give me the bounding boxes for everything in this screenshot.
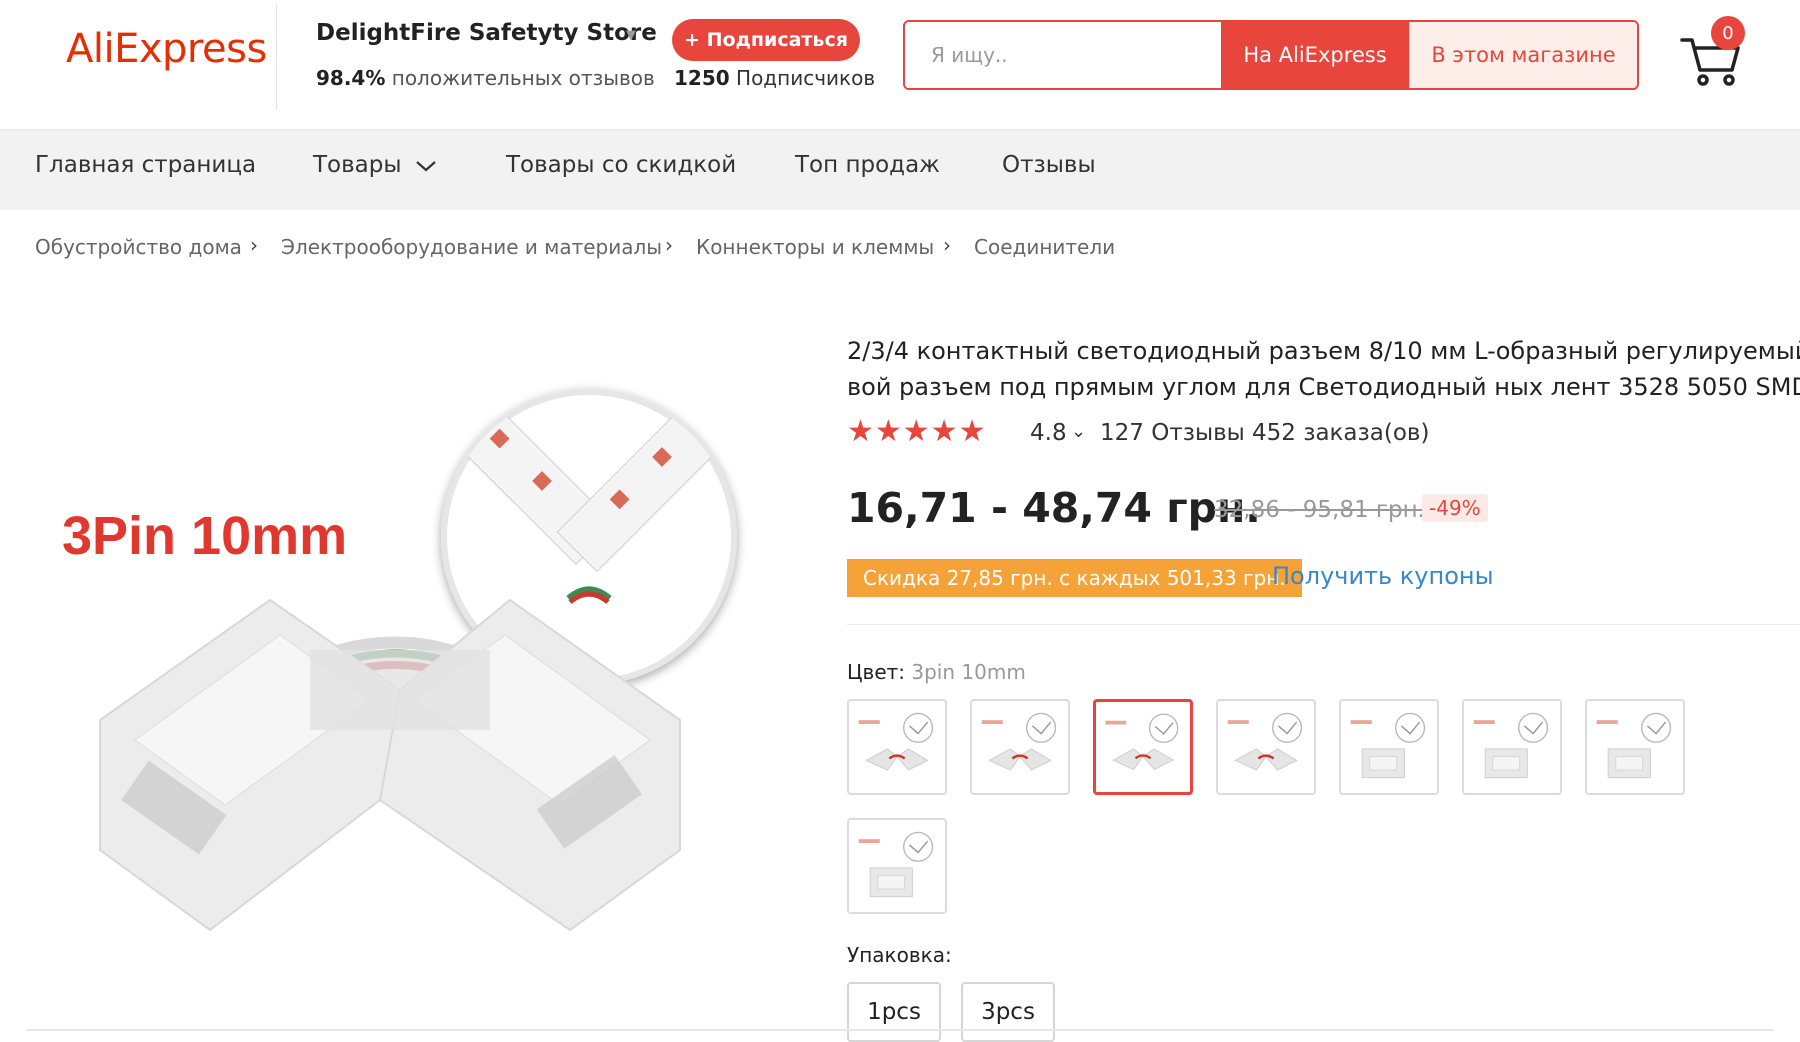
get-coupons-link[interactable]: Получить купоны	[1272, 562, 1494, 590]
nav-top-sales[interactable]: Топ продаж	[795, 152, 940, 178]
product-title: 2/3/4 контактный светодиодный разъем 8/1…	[847, 333, 1800, 405]
color-swatch[interactable]	[847, 818, 947, 914]
chevron-down-icon[interactable]: ⌄	[1071, 421, 1086, 442]
discount-badge: -49%	[1422, 494, 1488, 522]
chevron-right-icon: ›	[665, 233, 673, 257]
swatch-thumbnail	[1596, 712, 1672, 779]
swatch-thumbnail	[858, 712, 934, 771]
breadcrumb-item[interactable]: Обустройство дома	[35, 235, 242, 259]
search-input[interactable]	[905, 22, 1221, 88]
swatch-thumbnail	[1105, 713, 1179, 771]
page-bottom-divider	[26, 1029, 1774, 1031]
feedback-percent: 98.4%	[316, 66, 386, 90]
chevron-right-icon: ›	[250, 233, 258, 257]
color-label: Цвет: 3pin 10mm	[847, 660, 1026, 684]
color-swatch[interactable]	[1339, 699, 1439, 795]
store-caret-down-icon[interactable]: ▼	[626, 28, 636, 43]
followers-count: 1250 Подписчиков	[674, 66, 875, 90]
store-nav: Главная страница Товары Товары со скидко…	[0, 129, 1800, 210]
followers-text: Подписчиков	[729, 66, 876, 90]
product-image-label: 3Pin 10mm	[62, 506, 348, 566]
nav-products[interactable]: Товары	[313, 152, 437, 178]
cart-count-badge: 0	[1711, 16, 1745, 50]
store-name[interactable]: DelightFire Safetyty Store	[316, 20, 657, 46]
aliexpress-logo[interactable]: AliExpress	[66, 26, 267, 72]
color-swatch-selected[interactable]	[1093, 699, 1193, 795]
reviews-count[interactable]: 127 Отзывы	[1100, 420, 1245, 446]
product-price: 16,71 - 48,74 грн.	[847, 484, 1261, 532]
breadcrumb-item[interactable]: Соединители	[974, 235, 1115, 259]
color-swatch[interactable]	[1585, 699, 1685, 795]
section-divider	[847, 624, 1800, 625]
package-label: Упаковка:	[847, 943, 952, 967]
nav-home[interactable]: Главная страница	[35, 152, 256, 178]
search-bar: На AliExpress В этом магазине	[903, 20, 1639, 90]
color-swatch[interactable]	[1462, 699, 1562, 795]
store-header: AliExpress DelightFire Safetyty Store ▼ …	[0, 0, 1800, 129]
old-price: 32,86 - 95,81 грн.	[1214, 497, 1425, 523]
package-option[interactable]: 3pcs	[961, 982, 1055, 1042]
rating-value[interactable]: 4.8	[1030, 420, 1067, 446]
chevron-right-icon: ›	[943, 233, 951, 257]
color-label-text: Цвет:	[847, 660, 906, 684]
follow-button[interactable]: + Подписаться	[672, 19, 860, 61]
product-title-line: вой разъем под прямым углом для Светодио…	[847, 373, 1800, 401]
feedback-text: положительных отзывов	[385, 66, 655, 90]
product-title-line: 2/3/4 контактный светодиодный разъем 8/1…	[847, 337, 1800, 365]
search-aliexpress-button[interactable]: На AliExpress	[1221, 22, 1409, 88]
color-swatch[interactable]	[1216, 699, 1316, 795]
store-promo-banner: Скидка 27,85 грн. с каждых 501,33 грн.	[847, 559, 1302, 597]
store-feedback: 98.4% положительных отзывов	[316, 66, 655, 90]
swatch-thumbnail	[1227, 712, 1303, 771]
chevron-down-icon	[416, 160, 436, 171]
nav-products-label: Товары	[313, 152, 402, 178]
rating-stars-icon[interactable]: ★★★★★	[847, 414, 986, 449]
swatch-thumbnail	[858, 831, 934, 898]
followers-number: 1250	[674, 66, 730, 90]
search-store-button[interactable]: В этом магазине	[1409, 22, 1637, 88]
orders-count: 452 заказа(ов)	[1252, 420, 1430, 446]
swatch-thumbnail	[981, 712, 1057, 771]
breadcrumb-item[interactable]: Электрооборудование и материалы	[281, 235, 662, 259]
color-swatch[interactable]	[847, 699, 947, 795]
swatch-thumbnail	[1350, 712, 1426, 779]
package-option[interactable]: 1pcs	[847, 982, 941, 1042]
breadcrumb-item[interactable]: Коннекторы и клеммы	[696, 235, 934, 259]
header-divider	[276, 4, 277, 110]
nav-discounts[interactable]: Товары со скидкой	[506, 152, 736, 178]
swatch-thumbnail	[1473, 712, 1549, 779]
color-swatch[interactable]	[970, 699, 1070, 795]
nav-reviews[interactable]: Отзывы	[1002, 152, 1096, 178]
product-main-image[interactable]	[40, 330, 760, 1000]
color-selected-value: 3pin 10mm	[911, 660, 1026, 684]
